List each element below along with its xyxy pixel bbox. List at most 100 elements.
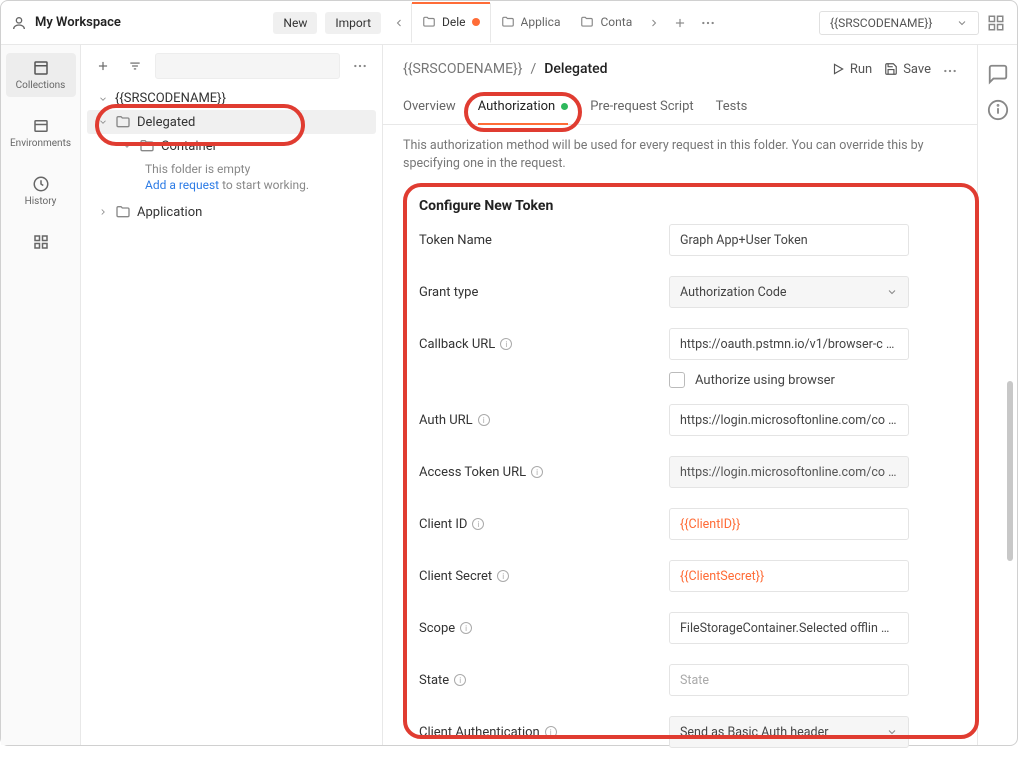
breadcrumb-current: Delegated: [544, 61, 607, 77]
select-client-auth[interactable]: Send as Basic Auth header: [669, 716, 909, 748]
label-authorize-browser: Authorize using browser: [695, 373, 835, 388]
label-client-auth: Client Authentication: [419, 725, 540, 740]
tab-container[interactable]: Conta: [570, 3, 642, 43]
tab-label: Applica: [521, 15, 561, 29]
tree-application[interactable]: Application: [87, 200, 376, 224]
input-token-name[interactable]: [669, 224, 909, 256]
environment-selector[interactable]: {{SRSCODENAME}}: [819, 11, 979, 35]
new-tab-button[interactable]: [666, 9, 694, 37]
chevron-down-icon: [121, 141, 133, 151]
breadcrumb-sep: /: [531, 61, 537, 77]
tabs-more[interactable]: [694, 9, 722, 37]
run-label: Run: [850, 62, 872, 77]
comments-icon[interactable]: [987, 63, 1009, 85]
rail-collections[interactable]: Collections: [6, 53, 76, 97]
row-client-id: Client ID i: [419, 498, 941, 550]
info-icon[interactable]: i: [454, 674, 466, 686]
input-auth-url[interactable]: [669, 404, 909, 436]
input-client-id[interactable]: [669, 508, 909, 540]
breadcrumb-more[interactable]: [943, 61, 957, 77]
scrollbar-thumb[interactable]: [1007, 381, 1013, 561]
rail-more[interactable]: [6, 227, 76, 257]
content: {{SRSCODENAME}} / Delegated Run Save O: [383, 45, 977, 745]
tree-delegated-label: Delegated: [137, 115, 195, 130]
label-callback: Callback URL: [419, 337, 495, 352]
tree-add-request-hint: Add a request to start working.: [87, 178, 376, 200]
start-working-text: to start working.: [219, 178, 309, 192]
sidebar-search[interactable]: [155, 53, 340, 79]
sidebar-tools: [81, 45, 382, 87]
folder-icon: [501, 15, 515, 29]
run-button[interactable]: Run: [831, 62, 872, 77]
info-icon[interactable]: i: [531, 466, 543, 478]
chevron-down-icon: [97, 117, 109, 127]
rail-label: History: [25, 196, 57, 207]
info-icon[interactable]: i: [460, 622, 472, 634]
sidebar: {{SRSCODENAME}} Delegated Container This…: [81, 45, 383, 745]
subtab-overview[interactable]: Overview: [403, 93, 456, 124]
row-token-name: Token Name: [419, 214, 941, 266]
info-icon[interactable]: [987, 99, 1009, 121]
label-token-name: Token Name: [419, 233, 492, 248]
info-icon[interactable]: i: [500, 338, 512, 350]
row-client-secret: Client Secreti: [419, 550, 941, 602]
input-state[interactable]: [669, 664, 909, 696]
chevron-down-icon: [886, 726, 898, 738]
tree-root-label: {{SRSCODENAME}}: [115, 91, 226, 106]
input-scope[interactable]: [669, 612, 909, 644]
row-access-token-url: Access Token URLi: [419, 446, 941, 498]
status-dot-icon: [561, 103, 568, 110]
new-button[interactable]: New: [273, 12, 317, 34]
tab-delegated[interactable]: Dele: [411, 3, 491, 43]
tabs-prev[interactable]: [387, 11, 411, 35]
import-button[interactable]: Import: [325, 12, 381, 34]
chevron-down-icon: [956, 17, 968, 29]
breadcrumb-root[interactable]: {{SRSCODENAME}}: [403, 61, 523, 77]
input-callback[interactable]: [669, 328, 909, 360]
grid-icon: [32, 233, 50, 251]
left-rail: Collections Environments History: [1, 45, 81, 745]
sidebar-more[interactable]: [348, 54, 372, 78]
folder-icon: [580, 15, 594, 29]
tab-label: Dele: [442, 15, 466, 29]
info-icon[interactable]: i: [545, 726, 557, 738]
tab-application[interactable]: Applica: [491, 3, 571, 43]
tree-application-label: Application: [137, 205, 202, 220]
folder-icon: [139, 138, 155, 154]
rail-history[interactable]: History: [6, 169, 76, 213]
tree-delegated[interactable]: Delegated: [87, 110, 376, 134]
info-icon[interactable]: i: [472, 518, 484, 530]
tabs-next[interactable]: [642, 11, 666, 35]
workspace-name: My Workspace: [35, 15, 121, 30]
row-scope: Scopei: [419, 602, 941, 654]
rail-label: Collections: [16, 80, 66, 91]
chevron-right-icon: [97, 207, 109, 217]
subtab-tests[interactable]: Tests: [716, 93, 748, 124]
info-icon[interactable]: i: [497, 570, 509, 582]
chevron-down-icon: [97, 94, 109, 104]
input-client-secret[interactable]: [669, 560, 909, 592]
environment-quicklook[interactable]: [985, 12, 1007, 34]
collection-tree: {{SRSCODENAME}} Delegated Container This…: [81, 87, 382, 745]
rail-environments[interactable]: Environments: [6, 111, 76, 155]
person-icon: [11, 15, 27, 31]
checkbox-authorize-browser[interactable]: [669, 372, 685, 388]
sidebar-filter[interactable]: [123, 54, 147, 78]
auth-description: This authorization method will be used f…: [383, 125, 977, 176]
subtab-prerequest[interactable]: Pre-request Script: [590, 93, 693, 124]
tree-container[interactable]: Container: [87, 134, 376, 158]
save-button[interactable]: Save: [884, 62, 931, 77]
history-icon: [32, 175, 50, 193]
rail-label: Environments: [10, 138, 71, 149]
input-access-token-url[interactable]: [669, 456, 909, 488]
tree-container-label: Container: [161, 139, 217, 154]
info-icon[interactable]: i: [478, 414, 490, 426]
label-client-id: Client ID: [419, 517, 467, 532]
sidebar-add[interactable]: [91, 54, 115, 78]
add-request-link[interactable]: Add a request: [145, 178, 219, 192]
select-grant-type[interactable]: Authorization Code: [669, 276, 909, 308]
label-auth-url: Auth URL: [419, 413, 473, 428]
subtab-authorization[interactable]: Authorization: [478, 93, 569, 124]
tree-root[interactable]: {{SRSCODENAME}}: [87, 87, 376, 110]
row-authorize-browser[interactable]: Authorize using browser: [419, 370, 941, 394]
